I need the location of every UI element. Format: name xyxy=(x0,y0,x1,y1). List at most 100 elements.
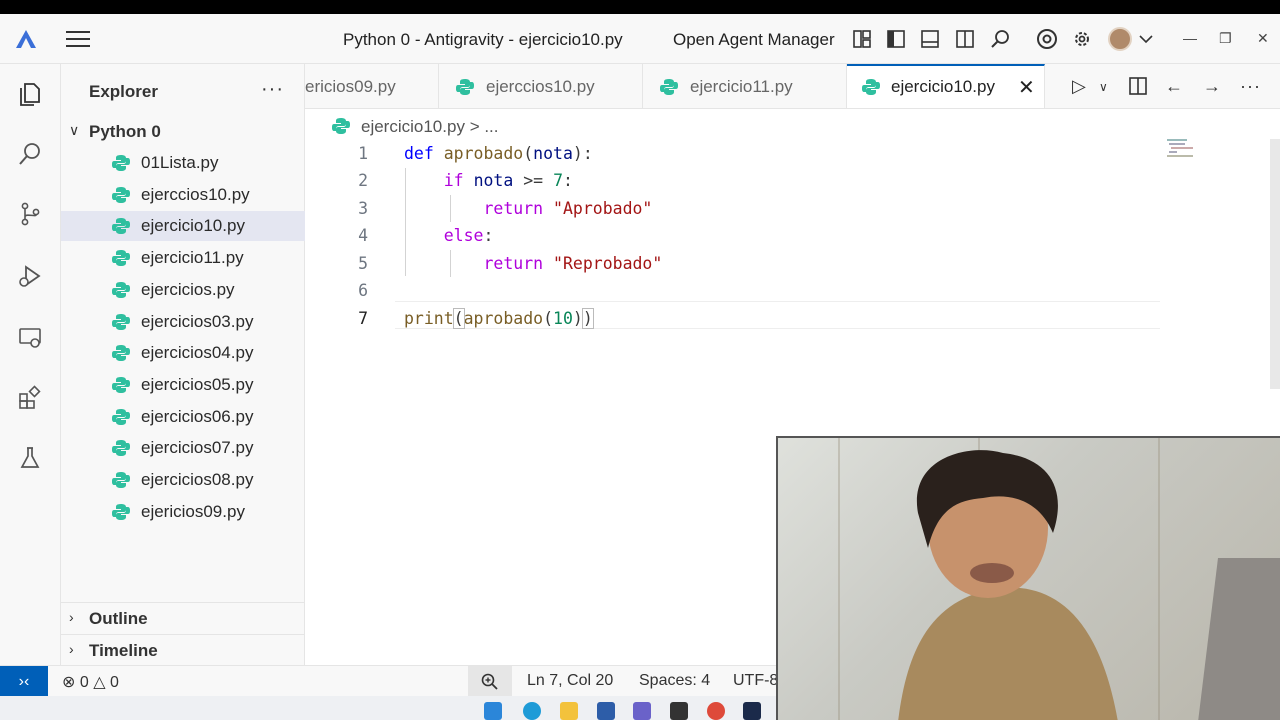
code-line-6[interactable]: 6 xyxy=(305,277,1165,304)
file-item[interactable]: ejercicio10.py xyxy=(61,211,305,242)
file-item[interactable]: ejercicios08.py xyxy=(61,465,305,495)
store-icon[interactable] xyxy=(597,702,615,720)
window-title: Python 0 - Antigravity - ejercicio10.py xyxy=(343,30,623,49)
encoding-status[interactable]: UTF-8 xyxy=(733,672,778,690)
testing-flask-icon[interactable] xyxy=(16,444,44,472)
go-back-arrow-icon[interactable]: ← xyxy=(1165,76,1183,97)
app-icon[interactable] xyxy=(670,702,688,720)
timeline-section[interactable]: › Timeline xyxy=(61,634,305,664)
file-item[interactable]: ejercicios.py xyxy=(61,275,305,305)
account-chevron-down-icon[interactable] xyxy=(1134,27,1158,51)
file-item[interactable]: ejercicios05.py xyxy=(61,370,305,400)
file-item[interactable]: 01Lista.py xyxy=(61,148,305,178)
tab-label: ejerccios10.py xyxy=(486,77,595,96)
python-file-icon xyxy=(862,79,880,95)
editor-tab-bar: ericios09.py ejerccios10.py ejercicio11.… xyxy=(305,64,1280,109)
file-item[interactable]: ejercicios06.py xyxy=(61,402,305,432)
warning-icon: △ xyxy=(93,674,106,691)
tab-ejercicio10-active[interactable]: ejercicio10.py ✕ xyxy=(847,64,1045,108)
file-name: ejericios09.py xyxy=(141,501,245,521)
file-item[interactable]: ejercicios07.py xyxy=(61,433,305,463)
toggle-secondary-sidebar-icon[interactable] xyxy=(953,27,977,51)
chrome-icon[interactable] xyxy=(1035,27,1059,51)
tab-ejericios09[interactable]: ericios09.py xyxy=(305,64,439,108)
windows-start-icon[interactable] xyxy=(484,702,502,720)
file-name: ejercicio10.py xyxy=(141,216,245,236)
teams-icon[interactable] xyxy=(633,702,651,720)
explorer-files-icon[interactable] xyxy=(16,80,44,108)
file-item[interactable]: ejericios09.py xyxy=(61,497,305,527)
hamburger-menu-icon[interactable] xyxy=(66,31,90,47)
open-agent-manager-button[interactable]: Open Agent Manager xyxy=(673,30,835,50)
search-sidebar-icon[interactable] xyxy=(16,140,44,168)
file-item[interactable]: ejercicios03.py xyxy=(61,307,305,337)
file-item[interactable]: ejercicios04.py xyxy=(61,338,305,368)
restore-icon[interactable]: ❐ xyxy=(1219,30,1232,47)
breadcrumb-more[interactable]: > ... xyxy=(470,117,499,136)
problems-status[interactable]: ⊗ 0 △ 0 xyxy=(62,672,119,692)
code-line-1[interactable]: 1 def aprobado(nota): xyxy=(305,140,1165,167)
file-name: ejercicios04.py xyxy=(141,343,254,363)
file-name: ejercicios.py xyxy=(141,279,235,299)
go-forward-arrow-icon[interactable]: → xyxy=(1203,76,1221,97)
tab-label: ejercicio10.py xyxy=(891,77,995,96)
minimap[interactable] xyxy=(1165,137,1205,159)
python-file-icon xyxy=(112,472,130,488)
explorer-more-actions-icon[interactable]: ··· xyxy=(261,78,284,101)
title-bar: Python 0 - Antigravity - ejercicio10.py … xyxy=(0,14,1280,64)
line-number: 2 xyxy=(358,171,368,190)
python-file-icon xyxy=(332,118,350,134)
chrome-taskbar-icon[interactable] xyxy=(707,702,725,720)
code-line-4[interactable]: 4 else: xyxy=(305,222,1165,249)
file-item[interactable]: ejerccios10.py xyxy=(61,180,305,210)
file-name: ejercicios05.py xyxy=(141,374,254,394)
tab-ejerccios10[interactable]: ejerccios10.py xyxy=(439,64,643,108)
file-name: ejercicio11.py xyxy=(141,248,244,268)
explorer-title: Explorer xyxy=(89,82,158,101)
vertical-scrollbar[interactable] xyxy=(1270,139,1280,389)
account-avatar[interactable] xyxy=(1108,27,1132,51)
code-line-7[interactable]: 7 print(aprobado(10)) xyxy=(305,305,1165,332)
more-actions-icon[interactable]: ··· xyxy=(1240,76,1261,97)
tab-label: ejercicio11.py xyxy=(690,77,793,96)
file-name: ejercicios03.py xyxy=(141,311,254,331)
line-number: 4 xyxy=(358,226,368,245)
code-line-3[interactable]: 3 return "Aprobado" xyxy=(305,195,1165,222)
run-python-file-icon[interactable]: ▷ xyxy=(1072,76,1086,97)
python-file-icon xyxy=(660,79,678,95)
run-debug-icon[interactable] xyxy=(16,262,44,290)
code-line-5[interactable]: 5 return "Reprobado" xyxy=(305,250,1165,277)
activity-bar xyxy=(0,64,61,665)
folder-python-0[interactable]: ∨ Python 0 xyxy=(61,120,305,144)
chevron-down-icon: ∨ xyxy=(69,122,80,138)
code-line-2[interactable]: 2 if nota >= 7: xyxy=(305,167,1165,194)
split-editor-icon[interactable] xyxy=(1128,76,1148,101)
tab-close-icon[interactable]: ✕ xyxy=(1018,75,1035,100)
run-options-chevron-icon[interactable]: ∨ xyxy=(1099,80,1108,94)
indentation-status[interactable]: Spaces: 4 xyxy=(639,672,710,690)
toggle-panel-icon[interactable] xyxy=(918,27,942,51)
minimize-icon[interactable]: — xyxy=(1183,30,1197,46)
tab-ejercicio11[interactable]: ejercicio11.py xyxy=(643,64,847,108)
file-explorer-icon[interactable] xyxy=(560,702,578,720)
breadcrumb-file[interactable]: ejercicio10.py > ... xyxy=(361,117,499,137)
python-file-icon xyxy=(112,313,130,330)
cursor-position[interactable]: Ln 7, Col 20 xyxy=(527,672,613,690)
file-item[interactable]: ejercicio11.py xyxy=(61,243,305,273)
search-icon[interactable] xyxy=(988,27,1012,51)
remote-explorer-icon[interactable] xyxy=(16,324,44,352)
zoom-magnifier-icon[interactable] xyxy=(468,666,512,697)
outline-section[interactable]: › Outline xyxy=(61,602,305,632)
screen-top-edge xyxy=(0,0,1280,14)
remote-indicator-icon[interactable]: ›‹ xyxy=(0,666,48,697)
extensions-icon[interactable] xyxy=(16,384,44,412)
antigravity-taskbar-icon[interactable] xyxy=(743,702,761,720)
source-control-icon[interactable] xyxy=(16,200,44,228)
edge-browser-icon[interactable] xyxy=(523,702,541,720)
toggle-sidebar-icon[interactable] xyxy=(884,27,908,51)
line-number-current: 7 xyxy=(358,309,368,328)
python-file-icon xyxy=(112,440,130,457)
settings-gear-icon[interactable] xyxy=(1070,27,1094,51)
window-close-icon[interactable]: ✕ xyxy=(1257,30,1269,47)
layout-customize-icon[interactable] xyxy=(850,27,874,51)
